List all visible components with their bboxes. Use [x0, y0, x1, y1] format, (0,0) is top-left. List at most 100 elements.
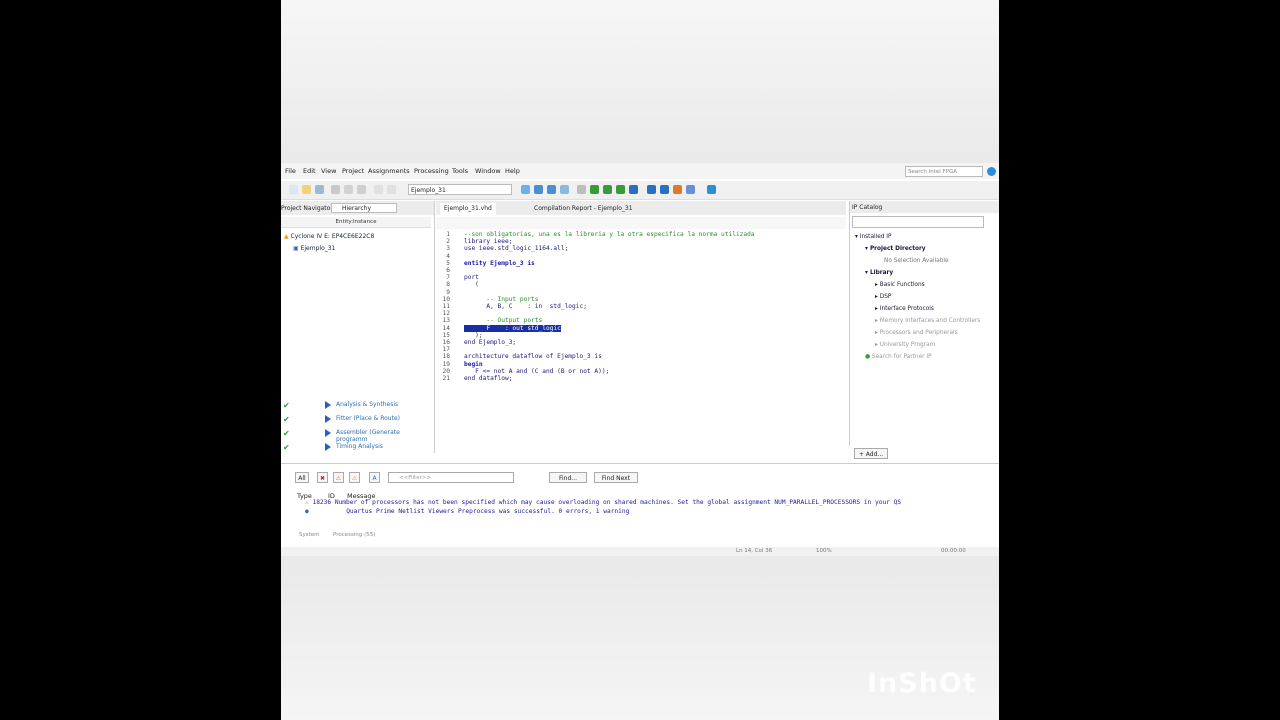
code-line[interactable]: -- Output ports	[464, 317, 542, 324]
stop-icon[interactable]	[577, 185, 586, 194]
code-line[interactable]: port	[464, 274, 479, 281]
menu-view[interactable]: View	[321, 167, 336, 175]
code-line[interactable]: F <= not A and (C and (B or not A));	[464, 368, 609, 375]
code-text: A, B, C : in std_logic;	[464, 303, 587, 310]
help-icon[interactable]	[987, 167, 996, 176]
paste-icon[interactable]	[357, 185, 366, 194]
ip-library-item[interactable]: ▸ Memory Interfaces and Controllers	[875, 318, 980, 324]
copy-icon[interactable]	[344, 185, 353, 194]
task-fitter[interactable]: ✔ Fitter (Place & Route)	[281, 413, 431, 426]
pin-planner-icon[interactable]	[547, 185, 556, 194]
task-analysis[interactable]: ✔ Analysis & Synthesis	[281, 399, 431, 412]
installed-ip-item[interactable]: ▾ Installed IP	[855, 234, 892, 240]
tab-compilation-report[interactable]: Compilation Report - Ejemplo_31	[530, 203, 637, 215]
ip-library-item[interactable]: ▸ Basic Functions	[875, 282, 925, 288]
line-number: 4	[446, 252, 450, 260]
warning-filter-icon[interactable]: ⚠	[349, 472, 360, 483]
hierarchy-combo[interactable]: Hierarchy	[331, 203, 397, 213]
messages-panel: All ✖ ⚠ ⚠ A <<Filter>> Find... Find Next…	[281, 463, 999, 544]
ip-library-item[interactable]: ▸ University Program	[875, 342, 935, 348]
device-tree-item[interactable]: ▲ Cyclone IV E: EP4CE6E22C8	[284, 233, 374, 240]
code-line[interactable]: A, B, C : in std_logic;	[464, 303, 587, 310]
quartus-window: File Edit View Project Assignments Proce…	[281, 163, 999, 556]
navigator-header: Project Navigator Hierarchy	[281, 201, 434, 215]
fitter-icon[interactable]	[616, 185, 625, 194]
error-filter-icon[interactable]: ✖	[317, 472, 328, 483]
message-filter-input[interactable]: <<Filter>>	[388, 472, 514, 483]
menu-project[interactable]: Project	[342, 167, 364, 175]
task-timing[interactable]: ✔ Timing Analysis	[281, 441, 431, 454]
code-line[interactable]: );	[464, 332, 482, 339]
code-line[interactable]: use ieee.std_logic_1164.all;	[464, 245, 568, 252]
find-next-button[interactable]: Find Next	[594, 472, 638, 483]
settings-icon[interactable]	[534, 185, 543, 194]
netlist-icon[interactable]	[673, 185, 682, 194]
add-ip-button[interactable]: + Add...	[854, 448, 888, 459]
code-line[interactable]: end dataflow;	[464, 375, 512, 382]
search-partner-ip-item[interactable]: ● Search for Partner IP	[865, 354, 932, 360]
menu-bar: File Edit View Project Assignments Proce…	[281, 163, 999, 179]
code-area[interactable]: 1 --son obligatorias, una es la libreria …	[436, 231, 846, 449]
message-row-warning[interactable]: ⚠ 18236 Number of processors has not bee…	[305, 499, 901, 506]
suppress-icon[interactable]: A	[369, 472, 380, 483]
chip-planner-icon[interactable]	[560, 185, 569, 194]
line-number: 9	[446, 288, 450, 296]
menu-file[interactable]: File	[285, 167, 296, 175]
line-number: 3	[446, 245, 450, 253]
open-icon[interactable]	[302, 185, 311, 194]
system-tab[interactable]: System	[299, 532, 320, 538]
menu-tools[interactable]: Tools	[452, 167, 468, 175]
undo-icon[interactable]	[374, 185, 383, 194]
tab-vhd-file[interactable]: Ejemplo_31.vhd	[440, 203, 496, 215]
code-line[interactable]: F : out std_logic	[464, 324, 561, 332]
chat-icon[interactable]	[707, 185, 716, 194]
search-input[interactable]: Search Intel FPGA	[905, 166, 983, 177]
project-combo[interactable]: Ejemplo_31	[408, 184, 512, 195]
code-line[interactable]: --son obligatorias, una es la libreria y…	[464, 231, 755, 238]
processing-tab[interactable]: Processing (55)	[333, 532, 375, 538]
code-line[interactable]: end Ejemplo_3;	[464, 339, 516, 346]
programmer-icon[interactable]	[660, 185, 669, 194]
message-id: 18236	[312, 499, 332, 506]
code-line[interactable]: library ieee;	[464, 238, 512, 245]
analysis-icon[interactable]	[603, 185, 612, 194]
code-text: -- Input ports	[464, 295, 539, 303]
compile-icon[interactable]	[521, 185, 530, 194]
task-assembler[interactable]: ✔ Assembler (Generate programm	[281, 427, 431, 443]
menu-processing[interactable]: Processing	[414, 167, 449, 175]
library-item[interactable]: ▾ Library	[865, 270, 893, 276]
no-selection-label: No Selection Available	[884, 258, 949, 264]
top-entity-item[interactable]: ▣ Ejemplo_31	[293, 245, 335, 252]
code-line[interactable]: entity Ejemplo_3 is	[464, 260, 535, 267]
cut-icon[interactable]	[331, 185, 340, 194]
new-file-icon[interactable]	[289, 185, 298, 194]
ip-library-item[interactable]: ▸ DSP	[875, 294, 891, 300]
ip-search-input[interactable]	[852, 216, 984, 228]
message-row-info[interactable]: ● Quartus Prime Netlist Viewers Preproce…	[305, 508, 629, 515]
code-text: --son obligatorias, una es la libreria y…	[464, 231, 755, 238]
redo-icon[interactable]	[387, 185, 396, 194]
menu-edit[interactable]: Edit	[303, 167, 316, 175]
menu-window[interactable]: Window	[475, 167, 501, 175]
find-button[interactable]: Find...	[549, 472, 587, 483]
rtl-viewer-icon[interactable]	[647, 185, 656, 194]
globe-icon: ●	[865, 354, 871, 360]
code-line[interactable]: begin	[464, 361, 483, 368]
play-icon	[325, 443, 331, 451]
menu-assignments[interactable]: Assignments	[368, 167, 410, 175]
menu-help[interactable]: Help	[505, 167, 520, 175]
ip-library-item[interactable]: ▸ Interface Protocols	[875, 306, 934, 312]
project-directory-item[interactable]: ▾ Project Directory	[865, 246, 926, 252]
filter-all-button[interactable]: All	[295, 472, 309, 483]
critical-filter-icon[interactable]: ⚠	[333, 472, 344, 483]
ip-item-label: University Program	[879, 342, 936, 348]
code-line[interactable]: architecture dataflow of Ejemplo_3 is	[464, 353, 602, 360]
ip-library-item[interactable]: ▸ Processors and Peripherals	[875, 330, 958, 336]
timing-icon[interactable]	[629, 185, 638, 194]
line-number: 16	[442, 339, 450, 346]
save-icon[interactable]	[315, 185, 324, 194]
start-compilation-icon[interactable]	[590, 185, 599, 194]
ip-catalog-icon[interactable]	[686, 185, 695, 194]
code-line[interactable]: (	[464, 281, 479, 288]
code-line[interactable]: -- Input ports	[464, 295, 539, 303]
